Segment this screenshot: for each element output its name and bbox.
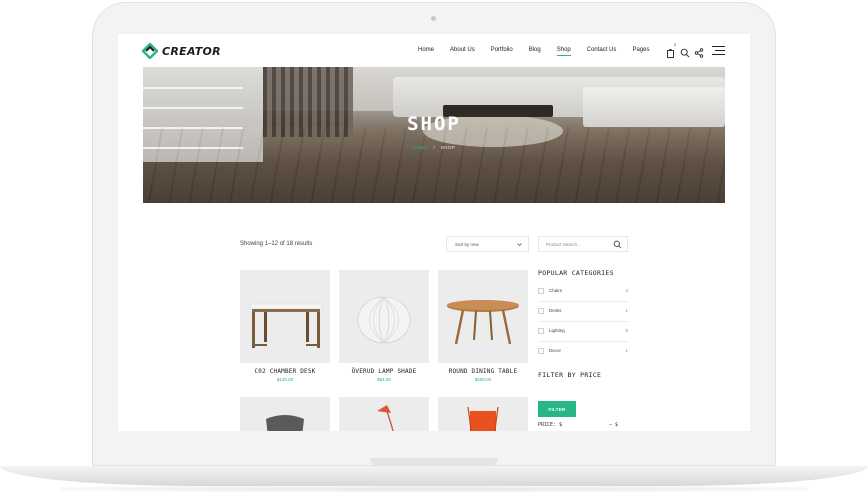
breadcrumb-separator: / xyxy=(433,145,436,150)
category-item[interactable]: Lighting 5 xyxy=(538,322,628,342)
category-checkbox[interactable] xyxy=(538,288,544,294)
hero-banner: SHOP HOME / SHOP xyxy=(143,67,725,203)
logo-text: CREATOR xyxy=(162,44,221,58)
share-icon[interactable] xyxy=(694,45,704,58)
product-price: $120.00 xyxy=(276,377,294,382)
product-name[interactable]: ROUND DINING TABLE xyxy=(438,368,528,375)
category-checkbox[interactable] xyxy=(538,308,544,314)
cart-icon[interactable]: 2 xyxy=(666,42,677,58)
product-card[interactable]: C02 CHAMBER DESK $120.00 xyxy=(240,270,330,382)
product-search-input[interactable]: Product Search... xyxy=(538,236,628,252)
hamburger-menu-icon[interactable] xyxy=(712,46,725,56)
breadcrumb-home-link[interactable]: HOME xyxy=(413,145,428,150)
product-image-lamp-shade[interactable] xyxy=(339,270,429,363)
logo-mark-icon xyxy=(142,43,158,59)
results-count-text: Showing 1–12 of 18 results xyxy=(240,241,313,247)
category-count: 5 xyxy=(625,328,628,333)
category-item[interactable]: Chairs 2 xyxy=(538,282,628,302)
header-icons: 2 xyxy=(666,42,704,58)
price-range-readout: PRICE: $ — $ xyxy=(538,422,618,428)
sort-select-value: Sort by new xyxy=(455,242,479,247)
laptop-shadow xyxy=(60,486,808,492)
category-label[interactable]: Desks xyxy=(549,308,562,313)
nav-item-home[interactable]: Home xyxy=(418,47,434,53)
category-label[interactable]: Lighting xyxy=(549,328,565,333)
nav-item-portfolio[interactable]: Portfolio xyxy=(491,47,513,53)
category-checkbox[interactable] xyxy=(538,348,544,354)
category-count: 1 xyxy=(625,308,628,313)
category-label[interactable]: Decor xyxy=(549,348,561,353)
product-image-chair[interactable] xyxy=(240,397,330,431)
site-logo[interactable]: CREATOR xyxy=(142,43,221,59)
laptop-base xyxy=(0,466,868,486)
cart-count-badge: 2 xyxy=(674,42,677,47)
chevron-down-icon xyxy=(517,243,522,247)
page-title: SHOP xyxy=(407,113,461,135)
category-label[interactable]: Chairs xyxy=(549,288,562,293)
product-price: $200.00 xyxy=(474,377,492,382)
price-separator: — $ xyxy=(608,422,618,428)
product-price: $54.00 xyxy=(377,377,391,382)
price-label: PRICE: $ xyxy=(538,422,563,428)
product-image-floor-lamp[interactable] xyxy=(339,397,429,431)
popular-categories-heading: POPULAR CATEGORIES xyxy=(538,269,614,277)
sort-select[interactable]: Sort by new xyxy=(446,236,529,252)
category-item[interactable]: Decor 1 xyxy=(538,342,628,362)
nav-item-contact[interactable]: Contact Us xyxy=(587,47,617,53)
breadcrumb-current: SHOP xyxy=(440,145,456,150)
category-item[interactable]: Desks 1 xyxy=(538,302,628,322)
product-card[interactable] xyxy=(240,397,330,431)
main-nav: Home About Us Portfolio Blog Shop Contac… xyxy=(418,47,665,56)
nav-item-about[interactable]: About Us xyxy=(450,47,475,53)
product-name[interactable]: C02 CHAMBER DESK xyxy=(240,368,330,375)
filter-by-price-heading: FILTER BY PRICE xyxy=(538,371,602,379)
nav-item-pages[interactable]: Pages xyxy=(632,47,649,53)
product-card[interactable] xyxy=(438,397,528,431)
product-card[interactable] xyxy=(339,397,429,431)
nav-item-shop[interactable]: Shop xyxy=(556,47,571,56)
nav-item-blog[interactable]: Blog xyxy=(529,47,541,53)
category-count: 2 xyxy=(625,288,628,293)
product-name[interactable]: ÖVERUD LAMP SHADE xyxy=(339,368,429,375)
breadcrumb: HOME / SHOP xyxy=(143,145,725,150)
product-image-orange-chair[interactable] xyxy=(438,397,528,431)
filter-button[interactable]: FILTER xyxy=(538,401,576,417)
camera-dot xyxy=(431,16,436,21)
laptop-notch xyxy=(370,458,498,466)
website-screen: CREATOR Home About Us Portfolio Blog Sho… xyxy=(118,34,750,431)
search-icon[interactable] xyxy=(613,240,622,249)
product-card[interactable]: ROUND DINING TABLE $200.00 xyxy=(438,270,528,382)
category-count: 1 xyxy=(625,348,628,353)
search-icon[interactable] xyxy=(680,45,690,58)
product-image-desk[interactable] xyxy=(240,270,330,363)
product-image-dining-table[interactable] xyxy=(438,270,528,363)
product-card[interactable]: ÖVERUD LAMP SHADE $54.00 xyxy=(339,270,429,382)
product-search-placeholder: Product Search... xyxy=(546,242,581,247)
category-checkbox[interactable] xyxy=(538,328,544,334)
